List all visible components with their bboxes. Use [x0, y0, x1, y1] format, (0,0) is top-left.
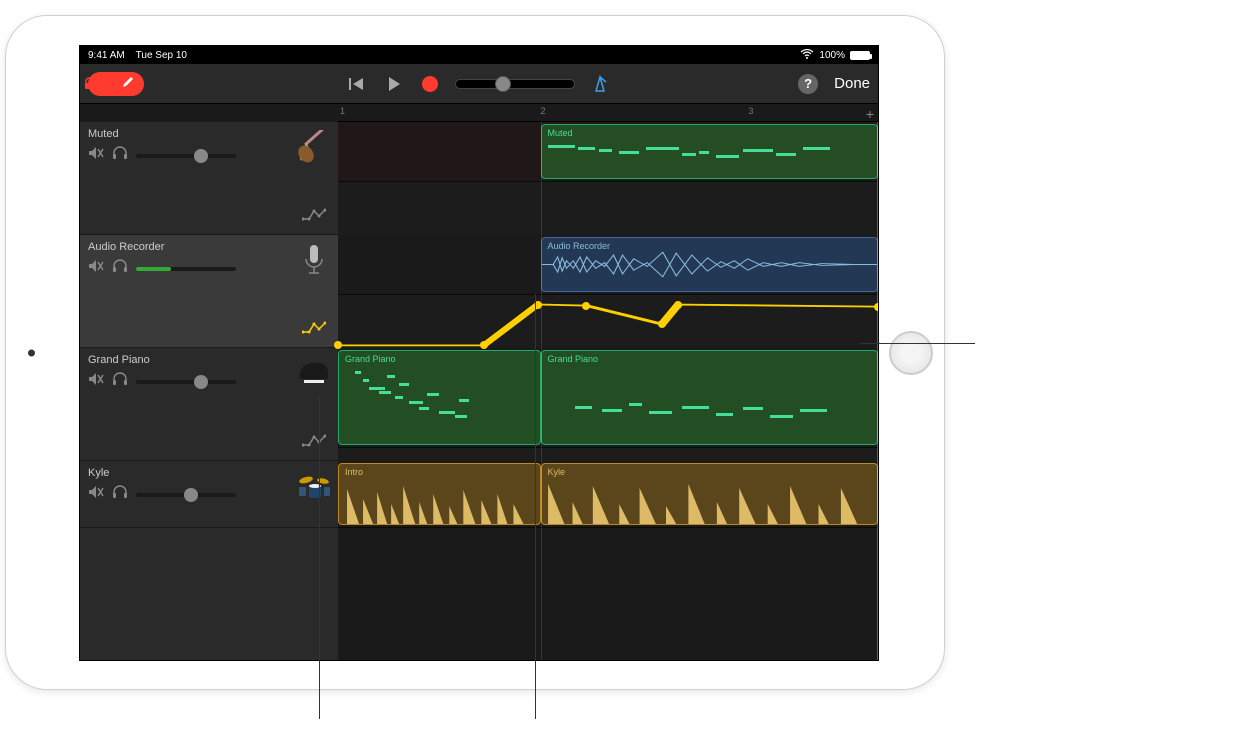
status-time-date: 9:41 AM Tue Sep 10	[88, 50, 187, 61]
ruler-mark: 3	[748, 106, 753, 116]
region-lane[interactable]: Audio Recorder	[338, 235, 878, 295]
section-divider	[541, 122, 542, 660]
mute-icon[interactable]	[88, 485, 104, 504]
battery-icon	[850, 51, 870, 60]
drummer-region-intro[interactable]: Intro	[338, 463, 541, 525]
done-button[interactable]: Done	[834, 75, 870, 92]
volume-slider[interactable]	[136, 267, 236, 271]
record-icon	[422, 76, 438, 92]
callout-line	[860, 343, 975, 344]
microphone-icon	[296, 243, 332, 279]
piano-icon	[296, 356, 332, 392]
record-button[interactable]	[419, 73, 441, 95]
add-section-button[interactable]: +	[866, 106, 874, 122]
slider-thumb[interactable]	[495, 76, 511, 92]
drummer-region-kyle[interactable]: Kyle	[541, 463, 879, 525]
pencil-icon	[121, 75, 135, 92]
toolbar-right: ? Done	[798, 74, 870, 94]
automation-toggle[interactable]	[302, 321, 326, 337]
help-button[interactable]: ?	[798, 74, 818, 94]
drums-icon	[296, 469, 332, 505]
status-right: 100%	[800, 49, 870, 62]
metronome-button[interactable]	[589, 73, 611, 95]
volume-slider[interactable]	[136, 493, 236, 497]
rewind-button[interactable]	[347, 73, 369, 95]
track-header-muted[interactable]: Muted	[80, 122, 338, 235]
track-headers: Muted	[80, 122, 338, 660]
audio-region-recorder[interactable]: Audio Recorder	[541, 237, 879, 292]
automation-lane[interactable]	[338, 448, 878, 461]
timeline-ruler[interactable]: 1 2 3 +	[338, 104, 878, 122]
track-header-grand-piano[interactable]: Grand Piano	[80, 348, 338, 461]
status-time: 9:41 AM	[88, 50, 125, 61]
transport-controls	[347, 73, 611, 95]
track-lanes[interactable]: Muted	[338, 122, 878, 660]
mute-icon[interactable]	[88, 372, 104, 391]
callout-line	[319, 395, 320, 719]
battery-percent: 100%	[819, 50, 845, 61]
camera-icon	[28, 349, 35, 356]
headphones-icon[interactable]	[112, 372, 128, 391]
automation-point[interactable]	[674, 301, 682, 309]
song-end-marker	[877, 122, 878, 660]
midi-region-muted[interactable]: Muted	[541, 124, 879, 179]
status-date: Tue Sep 10	[136, 50, 187, 61]
headphones-icon[interactable]	[112, 259, 128, 278]
bass-icon	[296, 130, 332, 166]
toolbar: ? Done	[80, 64, 878, 104]
headphones-icon[interactable]	[112, 485, 128, 504]
region-lane[interactable]: Muted	[338, 122, 878, 182]
region-label: Grand Piano	[548, 354, 599, 364]
ruler-mark: 2	[541, 106, 546, 116]
tracks-area: Muted	[80, 122, 878, 660]
callout-line	[535, 294, 536, 719]
region-lane[interactable]: Intro Ky	[338, 461, 878, 528]
unlock-icon	[79, 73, 100, 95]
automation-toggle[interactable]	[302, 208, 326, 224]
ipad-frame: 9:41 AM Tue Sep 10 100%	[5, 15, 945, 690]
track-header-audio-recorder[interactable]: Audio Recorder	[80, 235, 338, 348]
mute-icon[interactable]	[88, 146, 104, 165]
automation-toggle[interactable]	[302, 434, 326, 450]
slider-thumb[interactable]	[194, 149, 208, 163]
region-label: Muted	[548, 128, 573, 138]
volume-slider[interactable]	[136, 380, 236, 384]
midi-region-piano-a[interactable]: Grand Piano	[338, 350, 541, 445]
master-volume-slider[interactable]	[455, 79, 575, 89]
mute-icon[interactable]	[88, 259, 104, 278]
volume-fill	[136, 267, 171, 271]
automation-lane[interactable]	[338, 182, 878, 235]
volume-slider[interactable]	[136, 154, 236, 158]
region-label: Grand Piano	[345, 354, 396, 364]
headphones-icon[interactable]	[112, 146, 128, 165]
wifi-icon	[800, 49, 814, 62]
automation-lane-active[interactable]	[338, 295, 878, 348]
automation-point[interactable]	[658, 320, 666, 328]
edit-mode-toggle[interactable]	[88, 72, 144, 96]
region-lane[interactable]: Grand Piano	[338, 348, 878, 448]
play-button[interactable]	[383, 73, 405, 95]
slider-thumb[interactable]	[184, 488, 198, 502]
automation-point[interactable]	[582, 302, 590, 310]
status-bar: 9:41 AM Tue Sep 10 100%	[80, 46, 878, 64]
ruler-mark: 1	[340, 106, 345, 116]
midi-region-piano-b[interactable]: Grand Piano	[541, 350, 879, 445]
home-button[interactable]	[889, 331, 933, 375]
screen: 9:41 AM Tue Sep 10 100%	[79, 45, 879, 661]
track-header-kyle[interactable]: Kyle	[80, 461, 338, 528]
slider-thumb[interactable]	[194, 375, 208, 389]
